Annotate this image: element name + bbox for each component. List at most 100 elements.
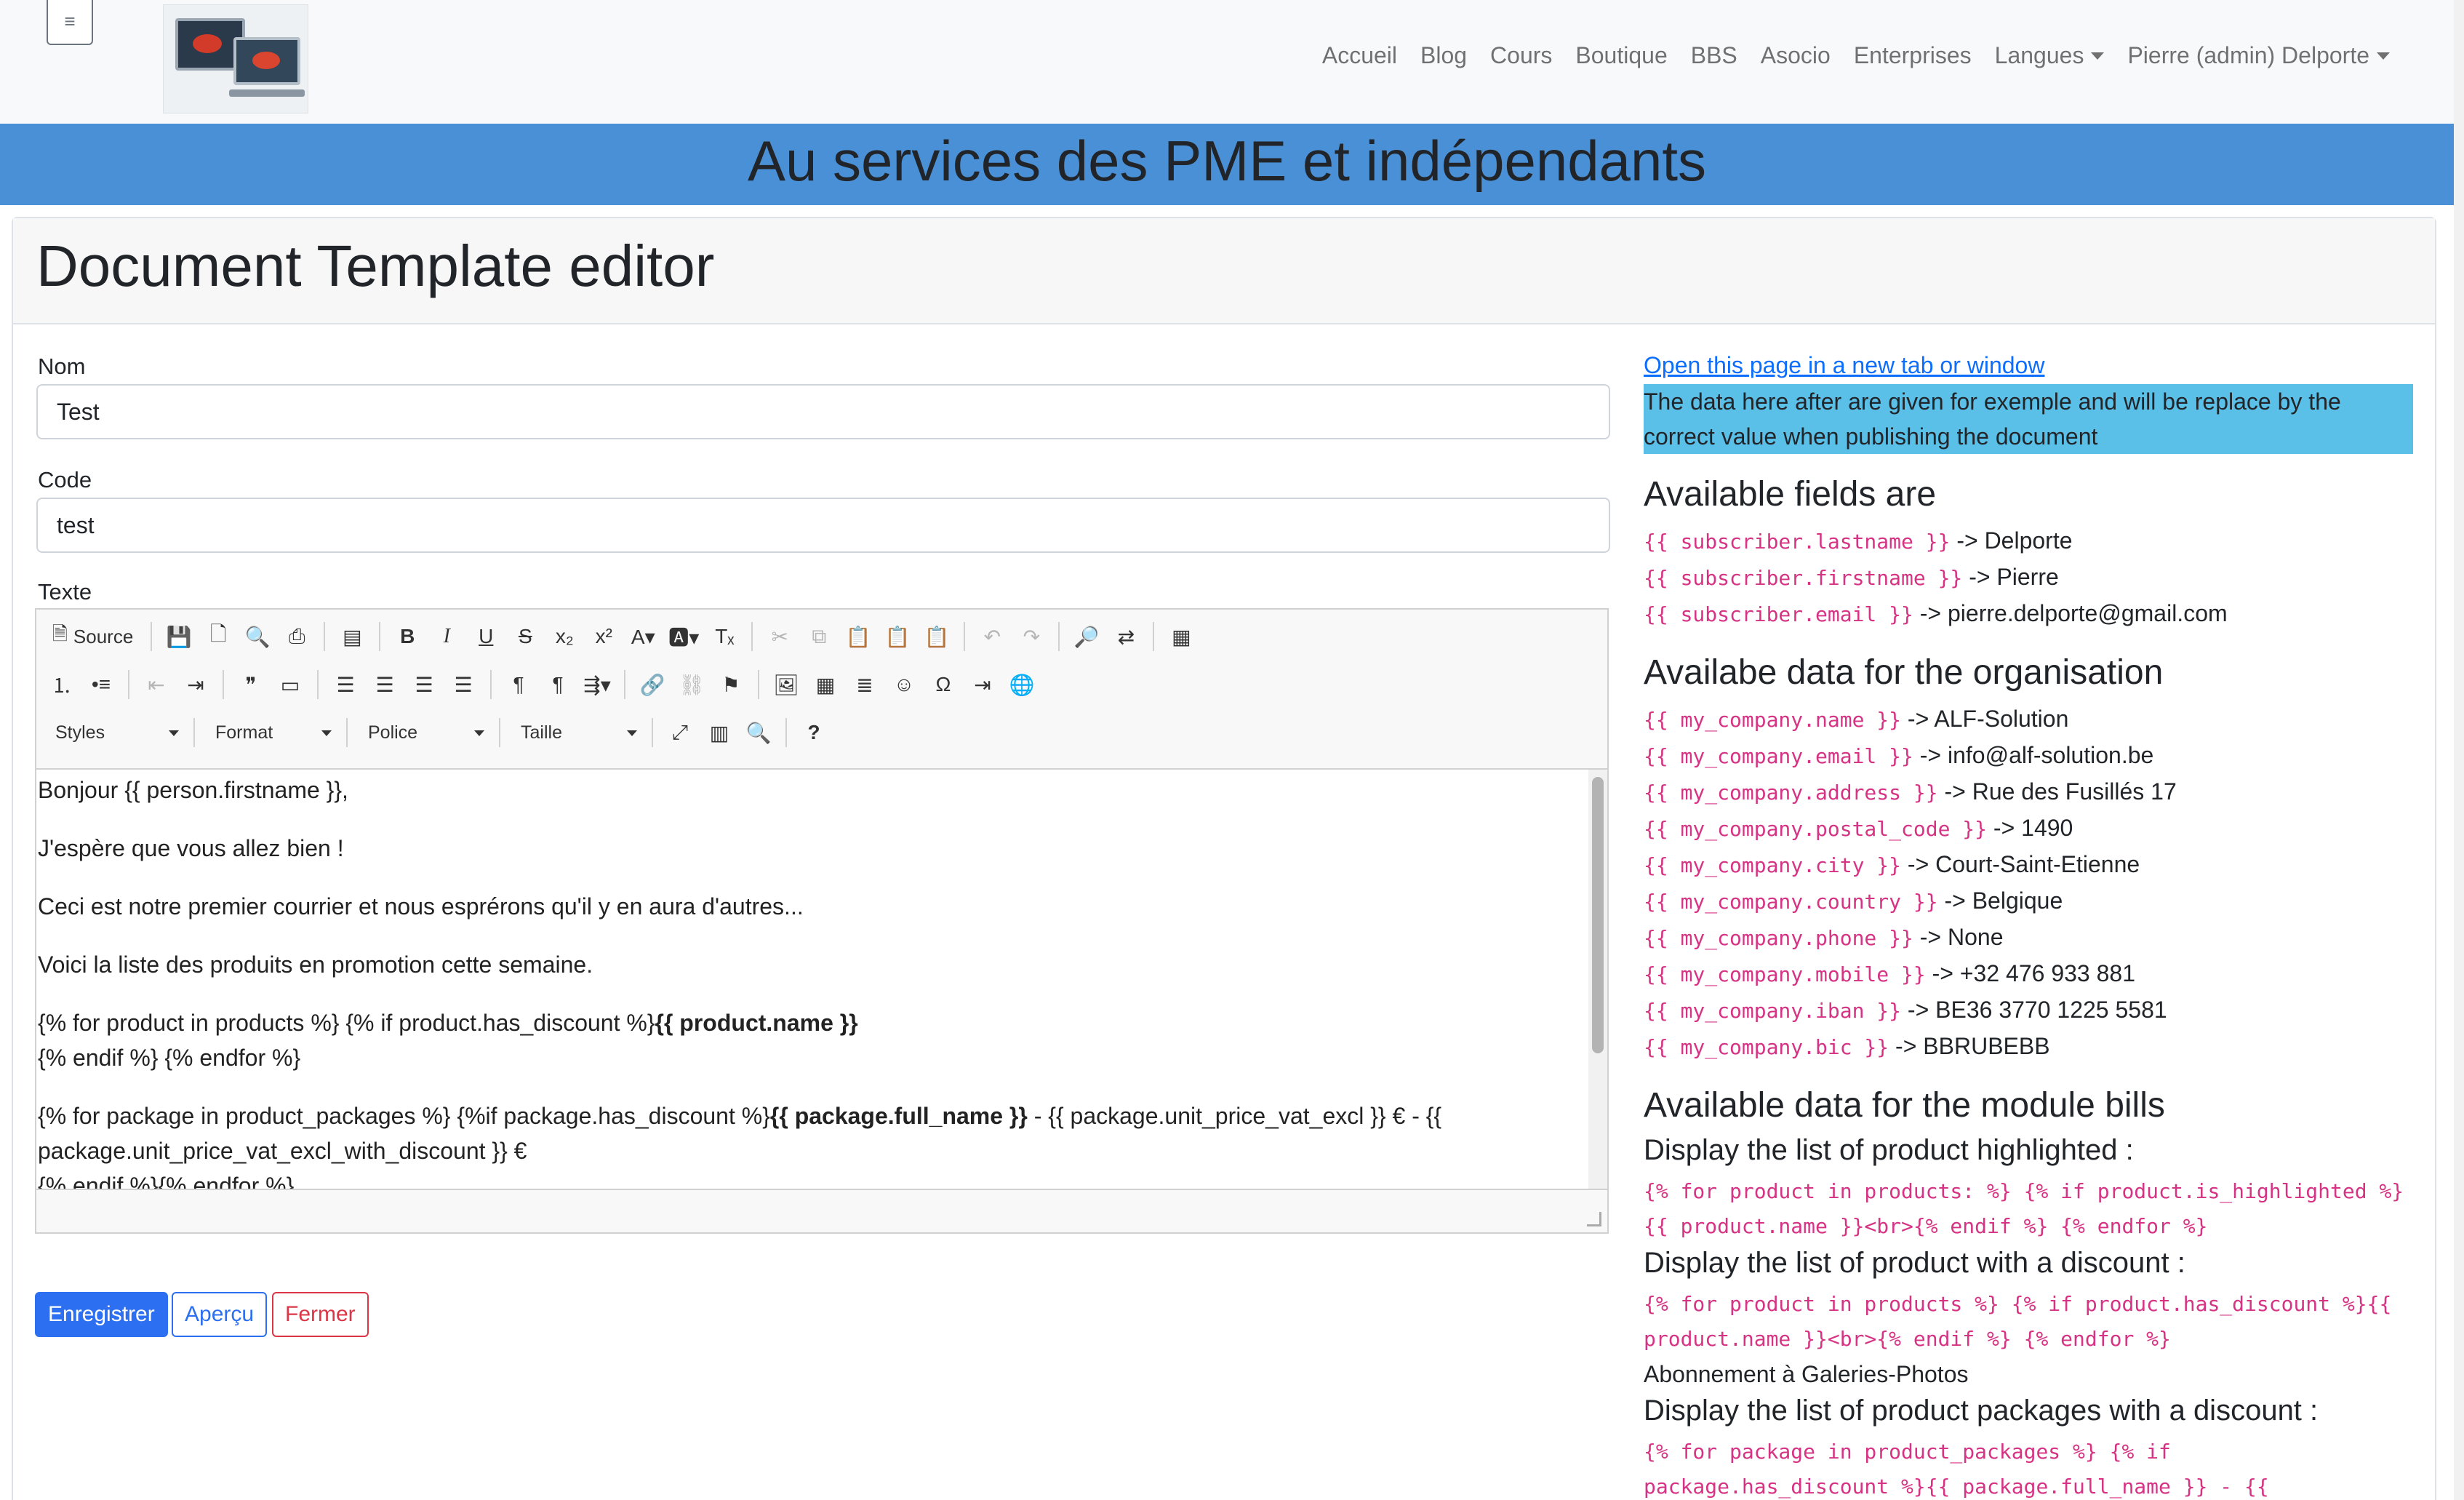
language-icon[interactable]: ⇶▾: [580, 666, 614, 703]
chevron-down-icon: [2377, 52, 2390, 60]
link-icon[interactable]: 🔗: [636, 666, 669, 703]
discount-heading: Display the list of product with a disco…: [1644, 1247, 2185, 1279]
org-value: -> None: [1913, 924, 2004, 950]
align-right-icon[interactable]: ☰: [407, 666, 441, 703]
cut-icon[interactable]: ✂: [763, 618, 796, 655]
new-page-icon[interactable]: 🗋: [201, 618, 235, 655]
print-icon[interactable]: ⎙: [280, 618, 313, 655]
smiley-icon[interactable]: ☺: [887, 666, 921, 703]
redo-icon[interactable]: ↷: [1015, 618, 1048, 655]
preview-icon[interactable]: 🔍: [241, 618, 274, 655]
nav-cours[interactable]: Cours: [1490, 42, 1552, 69]
help-icon[interactable]: ?: [797, 714, 831, 751]
paste-icon[interactable]: 📋: [841, 618, 875, 655]
size-combo[interactable]: Taille: [511, 714, 641, 751]
field-row: {{ subscriber.email }} -> pierre.delport…: [1644, 596, 2413, 632]
rtl-icon[interactable]: ¶: [541, 666, 575, 703]
show-blocks-icon[interactable]: ▥: [703, 714, 736, 751]
bold-text: {{ package.full_name }}: [769, 1103, 1028, 1129]
preview-button[interactable]: Aperçu: [172, 1292, 268, 1337]
site-logo[interactable]: [163, 4, 308, 113]
nav-langues-dropdown[interactable]: Langues: [1995, 42, 2105, 69]
maximize-icon[interactable]: ⤢: [663, 714, 697, 751]
info-alert: The data here after are given for exempl…: [1644, 384, 2413, 454]
rich-text-editor: 🗎 Source 💾 🗋 🔍 ⎙ ▤ B I U S x₂ x² A▾ 🅰▾ Tₓ…: [35, 608, 1609, 1234]
paste-text-icon[interactable]: 📋: [881, 618, 914, 655]
hamburger-icon: ≡: [64, 10, 76, 32]
align-center-icon[interactable]: ☰: [368, 666, 401, 703]
select-all-icon[interactable]: ▦: [1164, 618, 1198, 655]
paste-word-icon[interactable]: 📋: [920, 618, 953, 655]
replace-icon[interactable]: ⇄: [1109, 618, 1143, 655]
numbered-list-icon[interactable]: ⒈: [45, 666, 79, 703]
indent-icon[interactable]: ⇥: [179, 666, 212, 703]
blockquote-icon[interactable]: ❞: [234, 666, 268, 703]
underline-icon[interactable]: U: [469, 618, 503, 655]
template-code: - {{ package.unit_price_vat_excl }} € - …: [1027, 1103, 1442, 1129]
horizontal-line-icon[interactable]: ≣: [848, 666, 881, 703]
editor-paragraph: {% for package in product_packages %} {%…: [38, 1098, 1606, 1189]
bold-icon[interactable]: B: [391, 618, 424, 655]
image-icon[interactable]: 🖼: [769, 666, 803, 703]
toolbar-row-3: Styles Format Police Taille ⤢ ▥ 🔍 ?: [45, 711, 831, 754]
italic-icon[interactable]: I: [430, 618, 463, 655]
org-row: {{ my_company.bic }} -> BBRUBEBB: [1644, 1029, 2413, 1065]
nav-accueil[interactable]: Accueil: [1322, 42, 1397, 69]
align-left-icon[interactable]: ☰: [329, 666, 362, 703]
editor-paragraph: Voici la liste des produits en promotion…: [38, 952, 593, 978]
editor-content-area[interactable]: Bonjour {{ person.firstname }}, J'espère…: [36, 768, 1607, 1190]
special-char-icon[interactable]: Ω: [927, 666, 960, 703]
ltr-icon[interactable]: ¶: [502, 666, 535, 703]
div-icon[interactable]: ▭: [273, 666, 307, 703]
open-new-tab-link[interactable]: Open this page in a new tab or window: [1644, 352, 2413, 384]
code-input[interactable]: test: [36, 498, 1610, 553]
nav-enterprises[interactable]: Enterprises: [1854, 42, 1972, 69]
templates-icon[interactable]: ▤: [335, 618, 369, 655]
org-value: -> 1490: [1987, 815, 2073, 841]
chevron-down-icon: [2091, 52, 2105, 60]
nav-bbs[interactable]: BBS: [1691, 42, 1737, 69]
page-break-icon[interactable]: ⇥: [966, 666, 999, 703]
subscript-icon[interactable]: x₂: [548, 618, 581, 655]
page-scrollbar[interactable]: [2454, 0, 2464, 1500]
outdent-icon[interactable]: ⇤: [140, 666, 173, 703]
nom-input[interactable]: Test: [36, 384, 1610, 439]
background-color-icon[interactable]: 🅰▾: [665, 618, 702, 655]
editor-scroll-thumb[interactable]: [1592, 777, 1604, 1053]
user-label: Pierre (admin) Delporte: [2127, 42, 2369, 68]
find-icon[interactable]: 🔎: [1070, 618, 1103, 655]
nav-boutique[interactable]: Boutique: [1575, 42, 1667, 69]
align-justify-icon[interactable]: ☰: [447, 666, 480, 703]
org-heading: Availabe data for the organisation: [1644, 653, 2164, 692]
anchor-flag-icon[interactable]: ⚑: [714, 666, 748, 703]
undo-icon[interactable]: ↶: [975, 618, 1009, 655]
template-code: {% for product in products %} {% if prod…: [38, 1010, 655, 1036]
copy-icon[interactable]: ⧉: [802, 618, 836, 655]
editor-paragraph: J'espère que vous allez bien !: [38, 835, 344, 861]
org-code: {{ my_company.bic }}: [1644, 1035, 1889, 1059]
styles-combo[interactable]: Styles: [45, 714, 183, 751]
editor-paragraph: {% for product in products %} {% if prod…: [38, 1005, 1606, 1075]
bulleted-list-icon[interactable]: •≡: [84, 666, 118, 703]
text-color-icon[interactable]: A▾: [626, 618, 660, 655]
editor-scrollbar[interactable]: [1588, 770, 1607, 1189]
format-combo[interactable]: Format: [205, 714, 336, 751]
resize-handle-icon[interactable]: [1587, 1212, 1601, 1226]
save-button[interactable]: Enregistrer: [35, 1292, 168, 1337]
unlink-icon[interactable]: ⛓: [675, 666, 708, 703]
strikethrough-icon[interactable]: S: [508, 618, 542, 655]
menu-toggle-button[interactable]: ≡: [47, 0, 93, 45]
iframe-globe-icon[interactable]: 🌐: [1005, 666, 1039, 703]
close-button[interactable]: Fermer: [272, 1292, 369, 1337]
table-icon[interactable]: ▦: [809, 666, 842, 703]
remove-format-icon[interactable]: Tₓ: [708, 618, 741, 655]
nav-asocio[interactable]: Asocio: [1761, 42, 1831, 69]
nav-blog[interactable]: Blog: [1420, 42, 1467, 69]
nav-user-dropdown[interactable]: Pierre (admin) Delporte: [2127, 42, 2390, 69]
source-button[interactable]: 🗎 Source: [45, 618, 140, 655]
font-combo[interactable]: Police: [358, 714, 489, 751]
banner: Au services des PME et indépendants: [0, 124, 2454, 205]
preview-doc-icon[interactable]: 🔍: [742, 714, 775, 751]
superscript-icon[interactable]: x²: [587, 618, 620, 655]
save-icon[interactable]: 💾: [162, 618, 196, 655]
